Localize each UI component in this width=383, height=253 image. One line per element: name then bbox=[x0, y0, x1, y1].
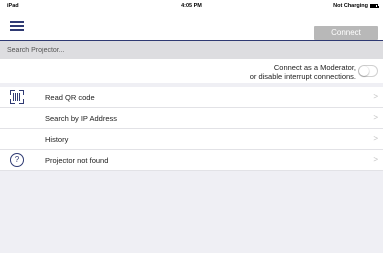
list-item-search-by-ip[interactable]: Search by IP Address > bbox=[0, 108, 383, 129]
list-item-read-qr-code[interactable]: Read QR code > bbox=[0, 87, 383, 108]
list-item-projector-not-found[interactable]: ? Projector not found > bbox=[0, 150, 383, 171]
list-item-label: History bbox=[45, 135, 69, 144]
options-list: Read QR code > Search by IP Address > Hi… bbox=[0, 87, 383, 171]
toggle-knob bbox=[359, 66, 369, 76]
list-item-label: Search by IP Address bbox=[45, 114, 117, 123]
chevron-right-icon: > bbox=[373, 113, 378, 122]
list-item-history[interactable]: History > bbox=[0, 129, 383, 150]
moderator-row: Connect as a Moderator, or disable inter… bbox=[0, 59, 383, 83]
moderator-line-2: or disable interrupt connections. bbox=[249, 72, 356, 81]
battery-status: Not Charging bbox=[333, 3, 368, 9]
hamburger-menu-icon[interactable] bbox=[10, 20, 24, 32]
search-input[interactable] bbox=[7, 44, 367, 56]
search-bar bbox=[0, 41, 383, 59]
qr-code-icon bbox=[10, 90, 24, 104]
battery-icon bbox=[370, 4, 379, 8]
chevron-right-icon: > bbox=[373, 134, 378, 143]
moderator-description: Connect as a Moderator, or disable inter… bbox=[250, 63, 356, 81]
moderator-line-1: Connect as a Moderator, bbox=[273, 63, 356, 72]
moderator-toggle[interactable] bbox=[358, 65, 378, 77]
help-icon: ? bbox=[10, 153, 24, 167]
navigation-bar: Connect bbox=[0, 13, 383, 41]
connect-button[interactable]: Connect bbox=[314, 26, 378, 40]
status-bar: iPad 4:05 PM Not Charging bbox=[0, 0, 383, 13]
clock: 4:05 PM bbox=[181, 3, 202, 9]
chevron-right-icon: > bbox=[373, 92, 378, 101]
chevron-right-icon: > bbox=[373, 155, 378, 164]
app-screen: iPad 4:05 PM Not Charging Connect Connec… bbox=[0, 0, 383, 253]
list-item-label: Read QR code bbox=[45, 93, 95, 102]
list-item-label: Projector not found bbox=[45, 156, 109, 165]
